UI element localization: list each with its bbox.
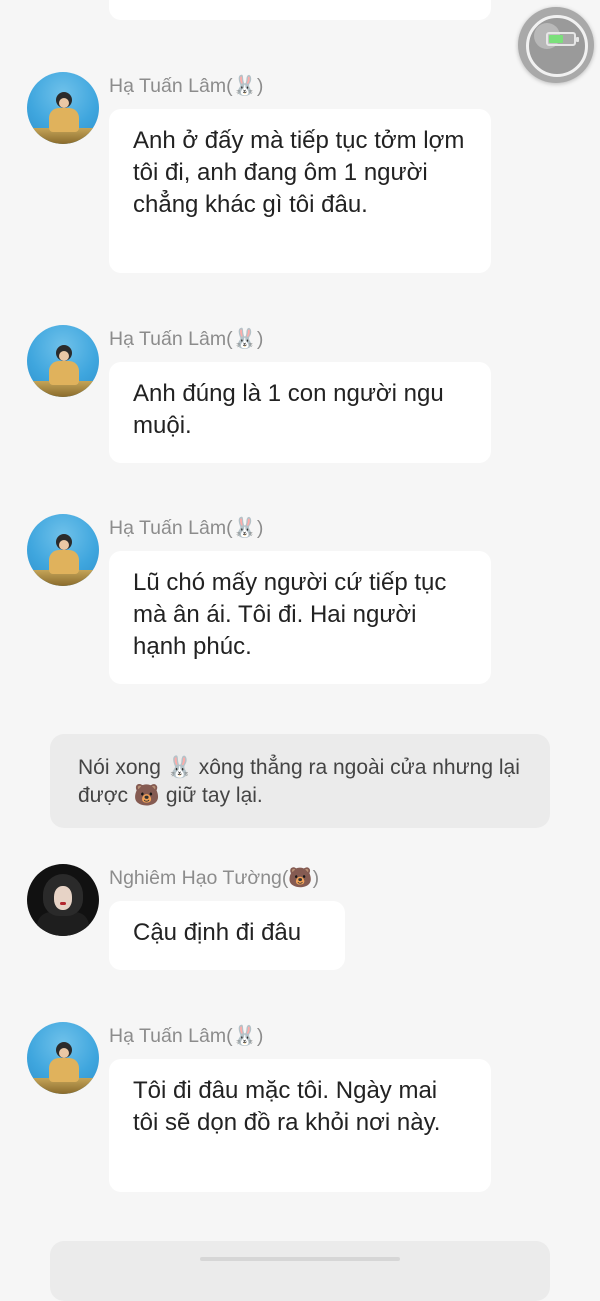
avatar[interactable]: [27, 514, 99, 586]
avatar[interactable]: [27, 72, 99, 144]
battery-charging-icon: [546, 32, 579, 46]
assistive-touch-ring: [526, 15, 588, 77]
sender-name: Hạ Tuấn Lâm(🐰): [109, 328, 264, 350]
avatar[interactable]: [27, 864, 99, 936]
battery-level-fill: [549, 35, 564, 43]
message-bubble[interactable]: Anh ở đấy mà tiếp tục tởm lợm tôi đi, an…: [109, 109, 491, 273]
message-bubble[interactable]: Tôi đi đâu mặc tôi. Ngày mai tôi sẽ dọn …: [109, 1059, 491, 1192]
sender-name: Hạ Tuấn Lâm(🐰): [109, 1025, 264, 1047]
narration-box-partial: [50, 1241, 550, 1301]
sender-name: Hạ Tuấn Lâm(🐰): [109, 75, 264, 97]
avatar[interactable]: [27, 325, 99, 397]
message-bubble[interactable]: Anh đúng là 1 con người ngu muội.: [109, 362, 491, 463]
avatar[interactable]: [27, 1022, 99, 1094]
message-bubble[interactable]: Cậu định đi đâu: [109, 901, 345, 970]
sender-name: Nghiêm Hạo Tường(🐻): [109, 867, 320, 889]
sender-name: Hạ Tuấn Lâm(🐰): [109, 517, 264, 539]
home-indicator[interactable]: [200, 1257, 400, 1261]
narration-box: Nói xong 🐰 xông thẳng ra ngoài cửa nhưng…: [50, 734, 550, 828]
previous-message-bubble: [109, 0, 491, 20]
message-bubble[interactable]: Lũ chó mấy người cứ tiếp tục mà ân ái. T…: [109, 551, 491, 684]
